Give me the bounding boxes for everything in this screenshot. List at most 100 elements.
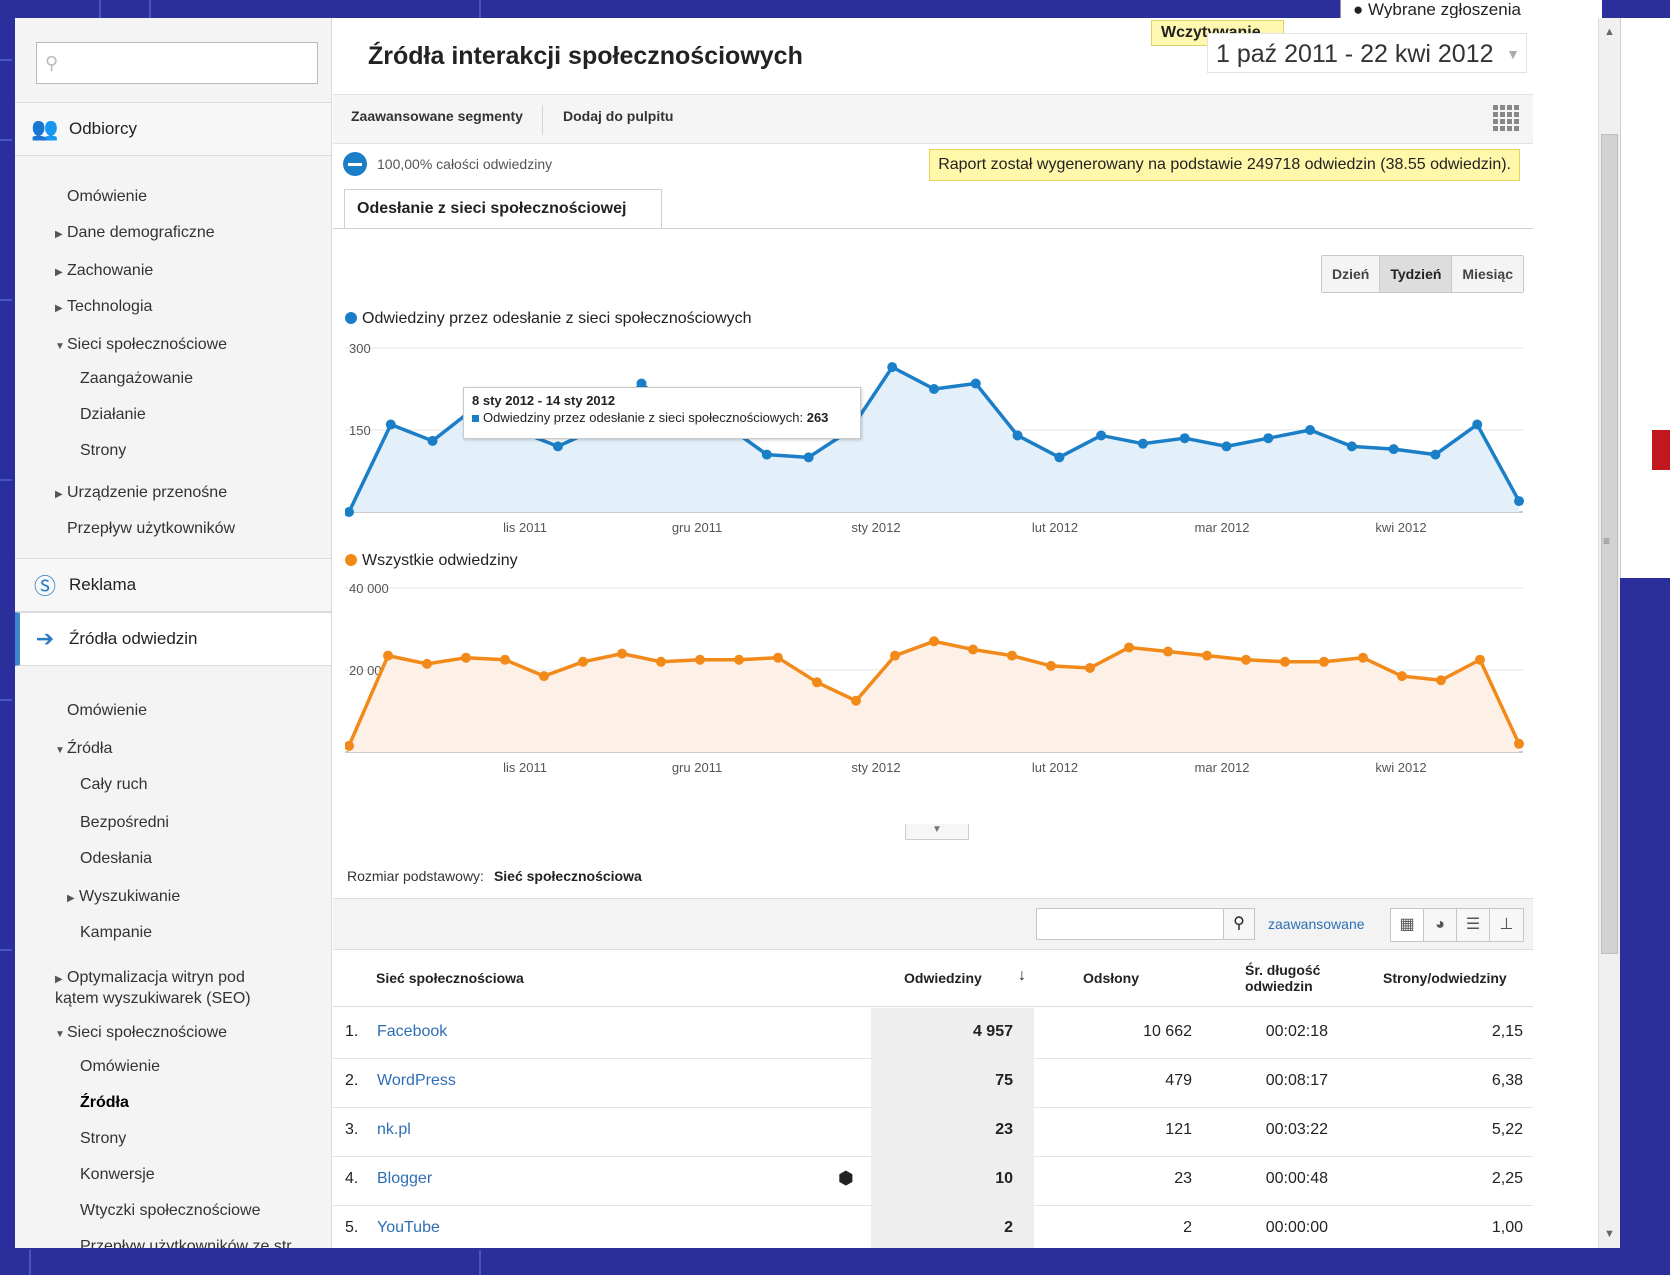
- data-point[interactable]: [385, 419, 396, 430]
- vertical-scrollbar[interactable]: ▲ ≡ ▼: [1598, 18, 1620, 1248]
- data-point[interactable]: [929, 636, 939, 647]
- sidebar-item-social-overview[interactable]: Omówienie: [80, 1058, 160, 1076]
- data-point[interactable]: [1137, 438, 1148, 449]
- data-point[interactable]: [1046, 660, 1056, 671]
- day-button[interactable]: Dzień: [1321, 256, 1381, 292]
- sidebar-item-traffic-overview[interactable]: Omówienie: [67, 702, 147, 720]
- pivot-view-icon[interactable]: ⊥: [1490, 909, 1523, 941]
- sidebar-item-social-2[interactable]: ▼ Sieci społecznościowe: [55, 1024, 227, 1042]
- data-point[interactable]: [1085, 662, 1095, 673]
- sidebar-item-demographics[interactable]: ▶ Dane demograficzne: [55, 224, 215, 242]
- add-to-dashboard-button[interactable]: Dodaj do pulpitu: [563, 108, 673, 124]
- sidebar-item-sources[interactable]: ▼ Źródła: [55, 740, 112, 758]
- data-point[interactable]: [1202, 650, 1212, 661]
- dimension-social-network[interactable]: Sieć społecznościowa: [494, 868, 642, 884]
- data-point[interactable]: [617, 648, 627, 659]
- data-point[interactable]: [1475, 654, 1485, 665]
- tab-social-referral[interactable]: Odesłanie z sieci społecznościowej: [344, 189, 662, 229]
- scroll-up-icon[interactable]: ▲: [1604, 26, 1615, 38]
- sidebar-item-pages[interactable]: Strony: [80, 442, 126, 460]
- data-point[interactable]: [1436, 675, 1446, 686]
- data-point[interactable]: [1241, 654, 1251, 665]
- data-point[interactable]: [851, 695, 861, 706]
- row-network-link[interactable]: Blogger: [377, 1170, 432, 1188]
- sidebar-item-social-sources[interactable]: Źródła: [80, 1094, 129, 1112]
- data-point[interactable]: [890, 650, 900, 661]
- data-point[interactable]: [1280, 656, 1290, 667]
- performance-view-icon[interactable]: ☰: [1457, 909, 1490, 941]
- data-point[interactable]: [1163, 646, 1173, 657]
- pie-view-icon[interactable]: ◕: [1424, 909, 1457, 941]
- data-point[interactable]: [1319, 656, 1329, 667]
- data-point[interactable]: [539, 671, 549, 682]
- sidebar-item-social-flow[interactable]: Przepływ użytkowników ze str: [80, 1238, 292, 1248]
- sidebar-item-action[interactable]: Działanie: [80, 406, 146, 424]
- sidebar-item-mobile[interactable]: ▶ Urządzenie przenośne: [55, 484, 227, 502]
- row-network-link[interactable]: Facebook: [377, 1023, 447, 1041]
- sidebar-item-seo[interactable]: ▶ Optymalizacja witryn pod kątem wyszukiwa…: [55, 968, 251, 1008]
- data-point[interactable]: [578, 656, 588, 667]
- advanced-filter-link[interactable]: zaawansowane: [1268, 916, 1365, 932]
- col-pageviews[interactable]: Odsłony: [1083, 970, 1139, 986]
- sidebar-item-visitor-flow[interactable]: Przepływ użytkowników: [67, 520, 235, 538]
- row-network-link[interactable]: WordPress: [377, 1072, 456, 1090]
- data-point[interactable]: [383, 650, 393, 661]
- sidebar-search-input[interactable]: ⚲: [36, 42, 318, 84]
- sidebar-item-social[interactable]: ▼ Sieci społecznościowe: [55, 336, 227, 354]
- data-point[interactable]: [1346, 441, 1357, 452]
- data-point[interactable]: [656, 656, 666, 667]
- segment-toggle-icon[interactable]: [343, 152, 367, 176]
- col-pages-per-visit[interactable]: Strony/odwiedziny: [1383, 970, 1507, 986]
- data-point[interactable]: [461, 652, 471, 663]
- sort-desc-icon[interactable]: ↓: [1018, 968, 1026, 984]
- search-button[interactable]: ⚲: [1223, 908, 1255, 940]
- month-button[interactable]: Miesiąc: [1452, 256, 1523, 292]
- data-point[interactable]: [1263, 433, 1274, 444]
- advanced-segments-button[interactable]: Zaawansowane segmenty: [351, 108, 523, 124]
- chart-collapse-handle[interactable]: ▼: [905, 824, 969, 840]
- data-point[interactable]: [1124, 642, 1134, 653]
- sidebar-item-social-plugins[interactable]: Wtyczki społecznościowe: [80, 1202, 261, 1220]
- date-range-picker[interactable]: 1 paź 2011 - 22 kwi 2012 ▼: [1207, 33, 1527, 73]
- data-point[interactable]: [1096, 430, 1107, 441]
- data-point[interactable]: [1221, 441, 1232, 452]
- data-point[interactable]: [1305, 425, 1316, 435]
- share-icon[interactable]: ⬢: [838, 1168, 854, 1189]
- col-avg-duration[interactable]: Śr. długość odwiedzin: [1245, 962, 1320, 994]
- sidebar-item-engagement[interactable]: Zaangażowanie: [80, 370, 193, 388]
- sidebar-item-campaigns[interactable]: Kampanie: [80, 924, 152, 942]
- sidebar-item-all-traffic[interactable]: Cały ruch: [80, 776, 148, 794]
- col-network[interactable]: Sieć społecznościowa: [376, 970, 524, 986]
- data-point[interactable]: [929, 384, 939, 394]
- data-point[interactable]: [695, 654, 705, 665]
- data-point[interactable]: [887, 362, 898, 373]
- data-point[interactable]: [1514, 496, 1524, 507]
- data-point[interactable]: [1007, 650, 1017, 661]
- sidebar-item-social-pages[interactable]: Strony: [80, 1130, 126, 1148]
- qr-grid-icon[interactable]: [1493, 105, 1519, 131]
- scroll-down-icon[interactable]: ▼: [1604, 1228, 1615, 1240]
- col-visits[interactable]: Odwiedziny: [904, 970, 982, 986]
- data-point[interactable]: [427, 435, 438, 446]
- sidebar-item-direct[interactable]: Bezpośredni: [80, 814, 169, 832]
- table-search-input[interactable]: [1036, 908, 1224, 940]
- data-point[interactable]: [500, 654, 510, 665]
- data-point[interactable]: [552, 441, 563, 452]
- data-point[interactable]: [761, 449, 772, 460]
- data-point[interactable]: [1388, 444, 1399, 455]
- data-point[interactable]: [1054, 452, 1065, 463]
- sidebar-item-referrals[interactable]: Odesłania: [80, 850, 152, 868]
- sidebar-item-overview[interactable]: Omówienie: [67, 188, 147, 206]
- data-point[interactable]: [1397, 671, 1407, 682]
- data-point[interactable]: [1012, 430, 1023, 441]
- data-point[interactable]: [1514, 738, 1524, 749]
- sidebar-item-technology[interactable]: ▶ Technologia: [55, 298, 152, 316]
- sidebar-section-traffic-sources[interactable]: ➔ Źródła odwiedzin: [15, 612, 331, 666]
- sidebar-section-audience[interactable]: 👥 Odbiorcy: [15, 102, 331, 156]
- table-view-icon[interactable]: ▦: [1391, 909, 1424, 941]
- data-point[interactable]: [1472, 419, 1483, 430]
- data-point[interactable]: [773, 652, 783, 663]
- data-point[interactable]: [803, 452, 814, 463]
- data-point[interactable]: [970, 378, 981, 389]
- data-point[interactable]: [968, 644, 978, 655]
